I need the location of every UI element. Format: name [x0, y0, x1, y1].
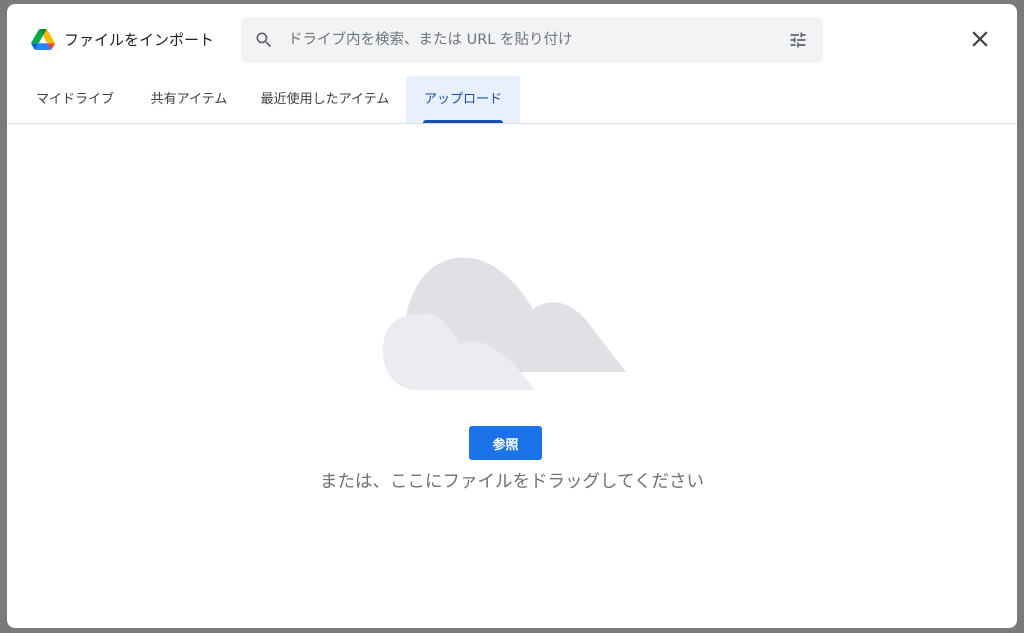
dialog-title: ファイルをインポート — [64, 31, 215, 49]
search-box[interactable] — [241, 17, 823, 63]
search-icon[interactable] — [254, 30, 274, 50]
tab-shared[interactable]: 共有アイテム — [134, 76, 244, 123]
dialog-header: ファイルをインポート — [7, 4, 1017, 76]
tune-icon[interactable] — [788, 30, 808, 50]
tab-recent[interactable]: 最近使用したアイテム — [244, 76, 406, 123]
cloud-illustration — [383, 257, 626, 390]
tab-bar: マイドライブ 共有アイテム 最近使用したアイテム アップロード — [7, 76, 1017, 124]
active-tab-indicator — [423, 120, 503, 123]
tab-label: マイドライブ — [35, 92, 114, 107]
drag-drop-hint: または、ここにファイルをドラッグしてください — [320, 472, 704, 492]
google-drive-logo — [31, 29, 55, 50]
search-input[interactable] — [288, 17, 768, 63]
close-icon[interactable] — [967, 26, 993, 52]
tab-my-drive[interactable]: マイドライブ — [16, 76, 134, 123]
tab-label: 共有アイテム — [150, 92, 228, 107]
tab-label: アップロード — [423, 92, 502, 107]
import-file-dialog: ファイルをインポート マイドライブ 共有アイテム 最近使用したアイテム アップロ… — [7, 4, 1017, 628]
tab-label: 最近使用したアイテム — [260, 92, 390, 107]
browse-button[interactable]: 参照 — [469, 426, 542, 460]
tab-upload[interactable]: アップロード — [406, 76, 520, 123]
